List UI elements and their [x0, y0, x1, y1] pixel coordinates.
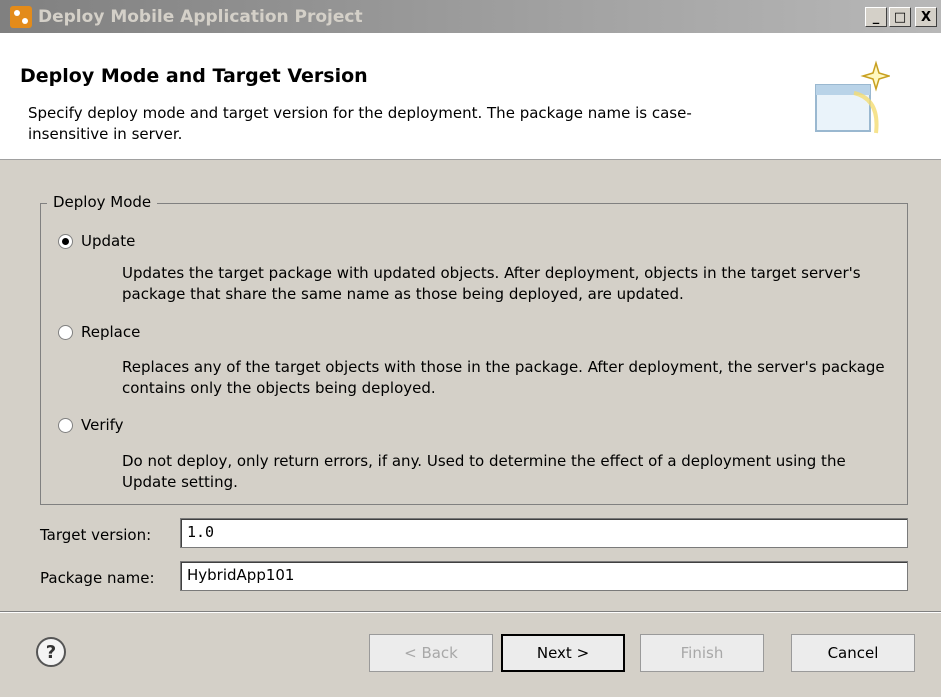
package-name-label: Package name:: [40, 569, 155, 587]
maximize-button[interactable]: □: [889, 7, 911, 27]
finish-button[interactable]: Finish: [640, 634, 764, 672]
radio-update-description: Updates the target package with updated …: [122, 264, 861, 303]
deploy-mode-legend: Deploy Mode: [47, 193, 158, 211]
app-icon: [10, 5, 32, 28]
window-title: Deploy Mobile Application Project: [38, 6, 363, 27]
footer-separator: [0, 611, 941, 613]
radio-replace-label[interactable]: Replace: [81, 323, 140, 341]
radio-button[interactable]: [58, 324, 73, 340]
package-name-input[interactable]: HybridApp101: [180, 561, 908, 591]
page-description: Specify deploy mode and target version f…: [28, 104, 692, 143]
close-button[interactable]: X: [915, 7, 937, 27]
radio-button[interactable]: [58, 417, 73, 433]
radio-update-label[interactable]: Update: [81, 232, 135, 250]
radio-replace[interactable]: Replace: [58, 323, 140, 341]
radio-verify[interactable]: Verify: [58, 416, 124, 434]
title-bar[interactable]: Deploy Mobile Application Project _ □ X: [0, 0, 941, 33]
page-title: Deploy Mode and Target Version: [20, 65, 368, 87]
radio-verify-label[interactable]: Verify: [81, 416, 124, 434]
target-version-label: Target version:: [40, 526, 152, 544]
target-version-input[interactable]: 1.0: [180, 518, 908, 548]
radio-verify-description: Do not deploy, only return errors, if an…: [122, 452, 846, 491]
cancel-button[interactable]: Cancel: [791, 634, 915, 672]
window-controls: _ □ X: [865, 7, 937, 27]
wizard-window: Deploy Mobile Application Project _ □ X …: [0, 0, 941, 697]
wizard-header: Deploy Mode and Target Version Specify d…: [0, 33, 941, 160]
help-icon[interactable]: ?: [36, 637, 66, 667]
minimize-button[interactable]: _: [865, 7, 887, 27]
next-button[interactable]: Next >: [501, 634, 625, 672]
radio-update[interactable]: Update: [58, 232, 135, 250]
radio-button-checked[interactable]: [58, 233, 73, 249]
wizard-banner-icon: [815, 60, 890, 134]
back-button[interactable]: < Back: [369, 634, 493, 672]
radio-replace-description: Replaces any of the target objects with …: [122, 358, 885, 397]
